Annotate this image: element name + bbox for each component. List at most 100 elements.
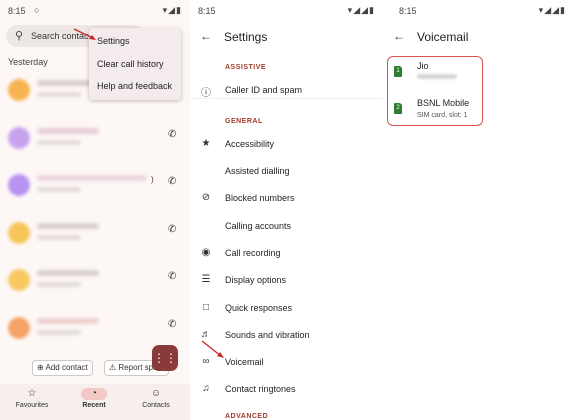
info-icon: ⓘ [201,88,211,99]
sim-name: Jio [417,61,429,71]
page-title: Settings [224,30,268,44]
settings-item-label: Display options [225,275,287,285]
back-arrow-icon[interactable]: ← [393,29,405,43]
menu-item-settings[interactable]: Settings [97,36,130,46]
section-yesterday: Yesterday [8,57,48,67]
search-icon: ⚲ [15,30,24,42]
blurred-detail [37,140,81,145]
blurred-detail [37,282,81,287]
call-row[interactable]: ✆ [4,260,186,300]
record-icon: ◉ [201,247,211,258]
status-time: 8:15 [198,6,216,16]
settings-item-label: Contact ringtones [225,384,296,394]
status-icons: ▾◢◢▮ [538,5,566,15]
settings-item-label: Accessibility [225,139,275,149]
blurred-name [37,175,147,181]
ringtone-icon: ♫ [202,383,210,394]
blurred-name [37,223,99,229]
status-notification-icon: ○ [34,5,40,15]
avatar [8,269,30,291]
nav-label: Recent [82,402,106,409]
clock-icon: ◔ [81,388,107,400]
menu-item-clear-history[interactable]: Clear call history [97,59,164,69]
blurred-name [37,128,99,134]
avatar [8,79,30,101]
status-time: 8:15 [399,6,417,16]
star-icon: ☆ [27,388,37,399]
call-row[interactable]: ✆ [4,118,186,158]
overflow-menu: Settings Clear call history Help and fee… [89,28,181,100]
nav-label: Favourites [15,402,49,409]
settings-item-calling-accounts[interactable]: Calling accounts [190,217,383,237]
blurred-name [37,270,99,276]
bottom-navigation: ☆ Favourites ◔ Recent ☺ Contacts [0,384,190,420]
avatar [8,317,30,339]
status-icons: ▾◢◢▮ [347,5,375,15]
sim-icon: 1 [394,66,402,77]
settings-item-blocked-numbers[interactable]: ⊘ Blocked numbers [190,189,383,209]
settings-item-label: Assisted dialling [225,166,290,176]
sim-option-bsnl[interactable]: 2 BSNL Mobile SIM card, slot: 1 [388,93,482,125]
blurred-name [37,318,99,324]
blurred-number [417,74,457,79]
call-row[interactable]: ✆ [4,213,186,253]
dialpad-button[interactable]: ⋮⋮ [152,345,178,371]
sim-option-jio[interactable]: 1 Jio [388,57,482,89]
report-icon: ⚠ [109,363,117,372]
recents-screen: 8:15 ○ ▾◢▮ ⚲ Search contacts Yesterday ✆… [0,0,190,420]
voicemail-screen: 8:15 ▾◢◢▮ ← Voicemail 1 Jio 2 BSNL Mobil… [383,0,574,420]
phone-icon[interactable]: ✆ [168,319,176,330]
phone-icon[interactable]: ✆ [168,129,176,140]
phone-icon[interactable]: ✆ [168,271,176,282]
settings-item-sounds[interactable]: ♬ Sounds and vibration [190,326,383,346]
sim-icon: 2 [394,103,402,114]
settings-item-quick-responses[interactable]: □ Quick responses [190,299,383,319]
settings-item-display-options[interactable]: ☰ Display options [190,271,383,291]
call-row[interactable]: ) ✆ [4,165,186,205]
settings-item-label: Calling accounts [225,221,292,231]
status-icons: ▾◢▮ [162,5,182,15]
call-row[interactable]: ✆ [4,308,186,348]
settings-item-label: Call recording [225,248,281,258]
sim-subtitle: SIM card, slot: 1 [417,112,468,119]
settings-item-label: Caller ID and spam [225,85,303,95]
nav-contacts[interactable]: ☺ Contacts [126,388,186,409]
volume-icon: ♬ [201,329,211,340]
block-icon: ⊘ [201,192,211,203]
nav-recent[interactable]: ◔ Recent [64,388,124,409]
blurred-detail [37,330,81,335]
settings-item-call-recording[interactable]: ◉ Call recording [190,244,383,264]
settings-item-contact-ringtones[interactable]: ♫ Contact ringtones [190,380,383,400]
settings-item-label: Blocked numbers [225,193,295,203]
nav-favourites[interactable]: ☆ Favourites [2,388,62,409]
search-placeholder: Search contacts [31,31,96,41]
sim-name: BSNL Mobile [417,98,470,108]
settings-item-assisted-dialling[interactable]: Assisted dialling [190,162,383,182]
settings-item-label: Quick responses [225,303,293,313]
blurred-detail [37,235,81,240]
phone-icon[interactable]: ✆ [168,224,176,235]
avatar [8,222,30,244]
status-bar: 8:15 ▾◢◢▮ [190,4,383,18]
people-icon: ☺ [150,388,162,399]
settings-item-voicemail[interactable]: ∞ Voicemail [190,353,383,373]
avatar [8,174,30,196]
add-contact-button[interactable]: ⊕ Add contact [32,360,93,376]
status-bar: 8:15 ▾◢◢▮ [383,4,574,18]
avatar [8,127,30,149]
menu-item-help[interactable]: Help and feedback [97,81,172,91]
page-title: Voicemail [417,30,469,44]
message-icon: □ [202,302,210,313]
back-arrow-icon[interactable]: ← [200,29,212,43]
nav-label: Contacts [142,402,170,409]
sim-selection-box: 1 Jio 2 BSNL Mobile SIM card, slot: 1 [387,56,483,126]
person-add-icon: ⊕ [37,363,44,372]
settings-item-label: Sounds and vibration [225,330,310,340]
dialpad-icon: ⋮⋮ [153,351,177,365]
blurred-detail [37,92,81,97]
voicemail-icon: ∞ [202,356,210,367]
phone-icon[interactable]: ✆ [168,176,176,187]
list-icon: ☰ [201,274,211,285]
settings-item-accessibility[interactable]: ★ Accessibility [190,135,383,155]
accessibility-icon: ★ [201,138,211,149]
